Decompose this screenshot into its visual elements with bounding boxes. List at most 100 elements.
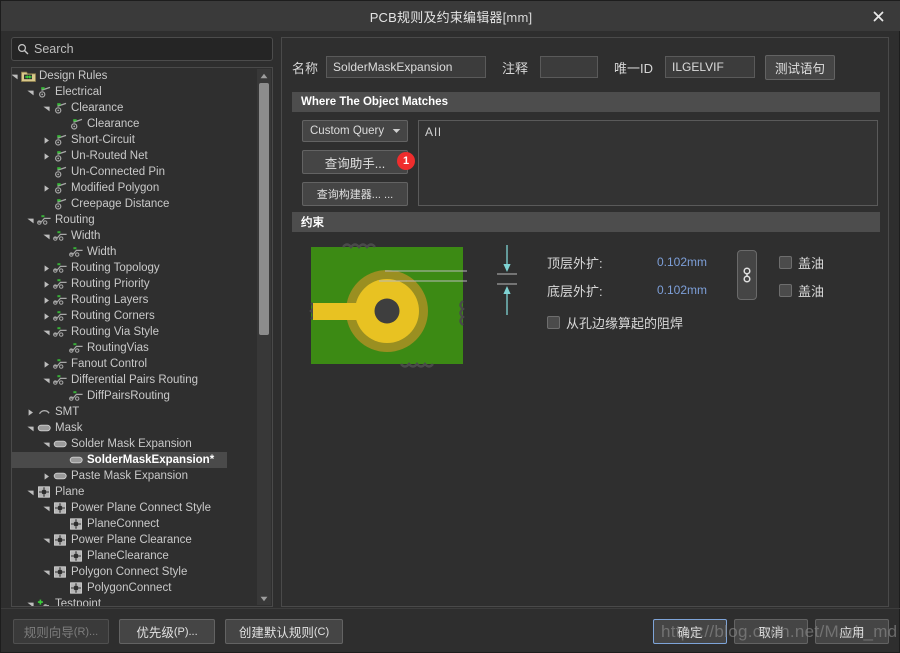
chevron-right-icon[interactable] (40, 292, 52, 308)
tree-item-polygon-connect-style[interactable]: Polygon Connect Style (12, 564, 257, 580)
cancel-button[interactable]: 取消 (734, 619, 808, 644)
tree-item-soldermaskexpansion[interactable]: SolderMaskExpansion* (12, 452, 227, 468)
query-textarea[interactable] (418, 120, 878, 206)
chevron-right-icon[interactable] (40, 308, 52, 324)
chevron-down-icon[interactable] (40, 532, 52, 548)
ok-button[interactable]: 确定 (653, 619, 727, 644)
tree-item-width[interactable]: Width (12, 244, 257, 260)
tree-item-clearance[interactable]: Clearance (12, 100, 257, 116)
tree-item-routing-via-style[interactable]: Routing Via Style (12, 324, 257, 340)
chevron-right-icon[interactable] (24, 404, 36, 420)
tree-item-polygonconnect[interactable]: PolygonConnect (12, 580, 257, 596)
chevron-right-icon[interactable] (40, 180, 52, 196)
rule-comment-input[interactable] (540, 56, 598, 78)
chevron-down-icon[interactable] (40, 100, 52, 116)
unique-id-input[interactable] (665, 56, 755, 78)
tree-item-power-plane-connect-style[interactable]: Power Plane Connect Style (12, 500, 257, 516)
tree-item-short-circuit[interactable]: Short-Circuit (12, 132, 257, 148)
close-icon[interactable] (855, 1, 900, 31)
chevron-down-icon[interactable] (40, 372, 52, 388)
tree-item-planeconnect[interactable]: PlaneConnect (12, 516, 257, 532)
chevron-down-icon[interactable] (24, 212, 36, 228)
tree-item-un-connected-pin[interactable]: Un-Connected Pin (12, 164, 257, 180)
query-helper-button[interactable]: 查询助手... 1 (302, 150, 408, 174)
bottom-expansion-value[interactable]: 0.102mm (657, 283, 747, 297)
tree-item-mask[interactable]: Mask (12, 420, 257, 436)
link-chain-icon[interactable] (737, 250, 757, 300)
tree-item-clearance[interactable]: Clearance (12, 116, 257, 132)
electrical-icon (68, 117, 84, 131)
checkbox-box[interactable] (547, 316, 560, 329)
chevron-down-icon[interactable] (24, 484, 36, 500)
chevron-down-icon[interactable] (24, 596, 36, 606)
tree-item-smt[interactable]: SMT (12, 404, 257, 420)
tree-item-paste-mask-expansion[interactable]: Paste Mask Expansion (12, 468, 257, 484)
tree-item-routing-layers[interactable]: Routing Layers (12, 292, 257, 308)
tree-item-plane[interactable]: Plane (12, 484, 257, 500)
tree-item-fanout-control[interactable]: Fanout Control (12, 356, 257, 372)
hole-edge-checkbox[interactable]: 从孔边缘算起的阻焊 (547, 313, 683, 332)
chevron-right-icon[interactable] (40, 132, 52, 148)
top-tenting-checkbox[interactable]: 盖油 (779, 253, 824, 272)
chevron-down-icon[interactable] (12, 68, 20, 84)
tree-item-testpoint[interactable]: Testpoint (12, 596, 257, 606)
tree-item-routing-corners[interactable]: Routing Corners (12, 308, 257, 324)
window-title-text: PCB规则及约束编辑器 (370, 10, 503, 25)
tree-item-label: Routing Priority (71, 276, 150, 292)
priority-button[interactable]: 优先级(P)... (119, 619, 215, 644)
tree-item-un-routed-net[interactable]: Un-Routed Net (12, 148, 257, 164)
tree-item-electrical[interactable]: Electrical (12, 84, 257, 100)
tree-item-design-rules[interactable]: Design Rules (12, 68, 257, 84)
create-default-rules-button[interactable]: 创建默认规则(C) (225, 619, 343, 644)
tree-item-label: Routing (55, 212, 95, 228)
tree-item-label: PlaneConnect (87, 516, 159, 532)
bottom-tenting-checkbox[interactable]: 盖油 (779, 281, 824, 300)
rule-name-input[interactable] (326, 56, 486, 78)
tree-item-routing-topology[interactable]: Routing Topology (12, 260, 257, 276)
routing-icon (52, 277, 68, 291)
tree-item-power-plane-clearance[interactable]: Power Plane Clearance (12, 532, 257, 548)
chevron-right-icon[interactable] (40, 356, 52, 372)
tree-item-planeclearance[interactable]: PlaneClearance (12, 548, 257, 564)
tree-item-diffpairsrouting[interactable]: DiffPairsRouting (12, 388, 257, 404)
tree-item-width[interactable]: Width (12, 228, 257, 244)
test-statement-button[interactable]: 测试语句 (765, 55, 835, 80)
chevron-down-icon[interactable] (24, 420, 36, 436)
tree-item-routing[interactable]: Routing (12, 212, 257, 228)
rule-wizard-button[interactable]: 规则向导(R)... (13, 619, 109, 644)
tree-item-label: Un-Connected Pin (71, 164, 165, 180)
routing-icon (52, 373, 68, 387)
tree-item-routing-priority[interactable]: Routing Priority (12, 276, 257, 292)
chevron-down-icon[interactable] (24, 84, 36, 100)
plane-icon (68, 517, 84, 531)
chevron-down-icon[interactable] (40, 228, 52, 244)
tree-item-modified-polygon[interactable]: Modified Polygon (12, 180, 257, 196)
apply-button[interactable]: 应用 (815, 619, 889, 644)
chevron-down-icon[interactable] (40, 436, 52, 452)
tree-item-differential-pairs-routing[interactable]: Differential Pairs Routing (12, 372, 257, 388)
top-expansion-value[interactable]: 0.102mm (657, 255, 747, 269)
tree-scrollbar-thumb[interactable] (259, 83, 269, 335)
scope-select[interactable]: Custom Query (302, 120, 408, 142)
tree-item-creepage-distance[interactable]: Creepage Distance (12, 196, 257, 212)
chevron-right-icon[interactable] (40, 260, 52, 276)
chevron-right-icon[interactable] (40, 468, 52, 484)
checkbox-box[interactable] (779, 256, 792, 269)
scroll-up-icon[interactable] (257, 69, 271, 82)
search-box[interactable] (11, 37, 273, 61)
tree-item-routingvias[interactable]: RoutingVias (12, 340, 257, 356)
rule-wizard-label: 规则向导 (24, 622, 74, 641)
tree-scrollbar[interactable] (257, 69, 271, 605)
query-builder-button[interactable]: 查询构建器... ... (302, 182, 408, 206)
routing-icon (68, 341, 84, 355)
checkbox-box[interactable] (779, 284, 792, 297)
chevron-down-icon[interactable] (40, 324, 52, 340)
search-input[interactable] (34, 39, 272, 59)
chevron-right-icon[interactable] (40, 276, 52, 292)
chevron-down-icon[interactable] (40, 564, 52, 580)
chevron-right-icon[interactable] (40, 148, 52, 164)
scroll-down-icon[interactable] (257, 592, 271, 605)
tree-item-solder-mask-expansion[interactable]: Solder Mask Expansion (12, 436, 257, 452)
mask-icon (52, 437, 68, 451)
chevron-down-icon[interactable] (40, 500, 52, 516)
